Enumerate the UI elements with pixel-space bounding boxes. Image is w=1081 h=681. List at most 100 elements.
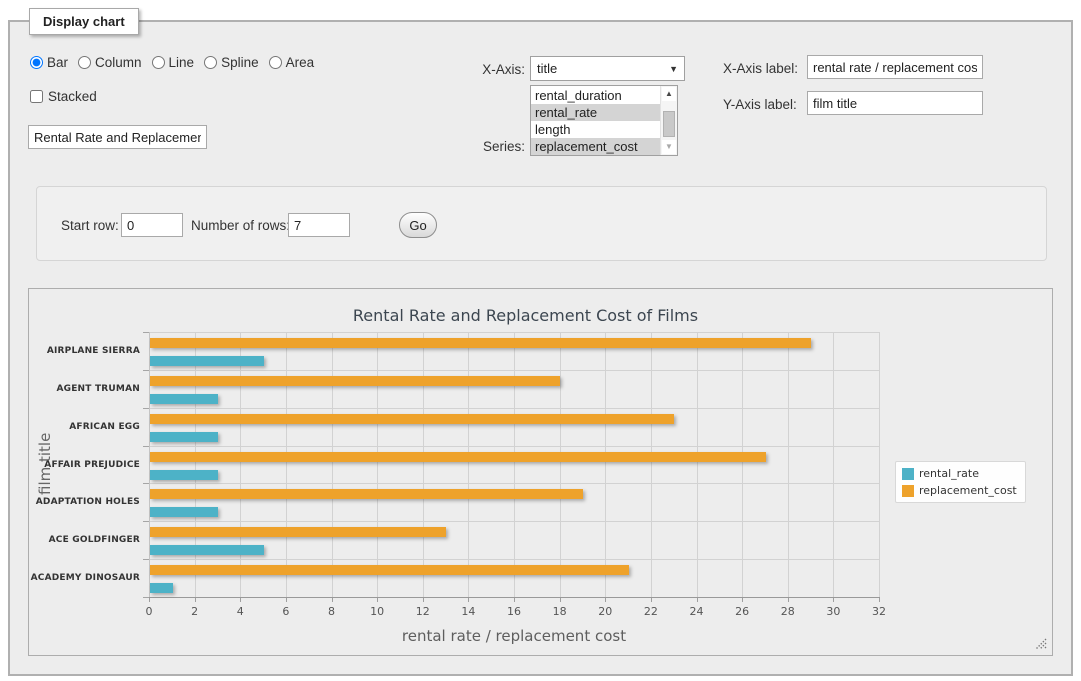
chart-type-option-spline[interactable]: Spline — [204, 55, 259, 70]
bar-replacement_cost[interactable] — [150, 376, 560, 386]
x-axis-label-input[interactable] — [807, 55, 983, 79]
x-tick-label: 2 — [191, 605, 198, 618]
chart-type-radio-area[interactable] — [269, 56, 282, 69]
gridline-vertical — [195, 332, 196, 597]
legend-swatch — [902, 485, 914, 497]
x-axis-tick — [560, 598, 561, 602]
chart-type-option-line[interactable]: Line — [152, 55, 195, 70]
bar-rental_rate[interactable] — [150, 432, 218, 442]
gridline-vertical — [742, 332, 743, 597]
bar-replacement_cost[interactable] — [150, 489, 583, 499]
series-option-length[interactable]: length — [531, 121, 660, 138]
series-listbox[interactable]: rental_durationrental_ratelengthreplacem… — [530, 85, 678, 156]
legend-item-replacement_cost[interactable]: replacement_cost — [902, 484, 1017, 497]
bar-rental_rate[interactable] — [150, 394, 218, 404]
chart-type-radio-spline[interactable] — [204, 56, 217, 69]
x-axis-tick — [742, 598, 743, 602]
x-tick-label: 10 — [370, 605, 384, 618]
chart-type-option-column[interactable]: Column — [78, 55, 142, 70]
chart-type-option-area[interactable]: Area — [269, 55, 315, 70]
chart-type-radio-line[interactable] — [152, 56, 165, 69]
scrollbar-thumb[interactable] — [663, 111, 675, 137]
x-axis-select-label: X-Axis: — [430, 62, 525, 77]
go-button[interactable]: Go — [399, 212, 437, 238]
x-tick-label: 26 — [735, 605, 749, 618]
bar-replacement_cost[interactable] — [150, 338, 811, 348]
y-axis-line — [149, 332, 150, 597]
scroll-up-icon[interactable]: ▲ — [662, 87, 676, 101]
num-rows-input[interactable] — [288, 213, 350, 237]
resize-grip-icon[interactable] — [1035, 638, 1047, 650]
x-tick-label: 24 — [690, 605, 704, 618]
bar-rental_rate[interactable] — [150, 583, 173, 593]
x-axis-label-label: X-Axis label: — [723, 61, 798, 76]
gridline-horizontal — [149, 370, 879, 371]
x-tick-label: 6 — [282, 605, 289, 618]
chart-type-radio-label: Line — [169, 55, 195, 70]
y-axis-label-input[interactable] — [807, 91, 983, 115]
y-axis-tick — [143, 483, 149, 484]
bar-replacement_cost[interactable] — [150, 414, 674, 424]
bar-replacement_cost[interactable] — [150, 452, 766, 462]
x-tick-label: 30 — [826, 605, 840, 618]
x-axis-select[interactable]: title ▼ — [530, 56, 685, 81]
gridline-vertical — [423, 332, 424, 597]
x-axis-tick — [377, 598, 378, 602]
y-axis-tick — [143, 408, 149, 409]
y-axis-tick — [143, 332, 149, 333]
num-rows-label: Number of rows: — [191, 218, 290, 233]
chart-type-radio-bar[interactable] — [30, 56, 43, 69]
bar-replacement_cost[interactable] — [150, 565, 629, 575]
category-label: AFRICAN EGG — [29, 421, 140, 433]
chart-type-radio-label: Spline — [221, 55, 259, 70]
x-axis-tick — [879, 598, 880, 602]
category-label: ACE GOLDFINGER — [29, 534, 140, 546]
bar-rental_rate[interactable] — [150, 470, 218, 480]
x-axis-tick — [651, 598, 652, 602]
bar-rental_rate[interactable] — [150, 356, 264, 366]
x-axis-tick — [286, 598, 287, 602]
category-label: ACADEMY DINOSAUR — [29, 572, 140, 584]
x-axis-tick — [788, 598, 789, 602]
gridline-horizontal — [149, 446, 879, 447]
gridline-horizontal — [149, 559, 879, 560]
gridline-vertical — [286, 332, 287, 597]
y-axis-tick — [143, 446, 149, 447]
y-axis-tick — [143, 559, 149, 560]
stacked-checkbox[interactable] — [30, 90, 43, 103]
gridline-horizontal — [149, 332, 879, 333]
legend-item-rental_rate[interactable]: rental_rate — [902, 467, 1017, 480]
gridline-horizontal — [149, 483, 879, 484]
x-axis-tick — [833, 598, 834, 602]
x-axis-selected-value: title — [537, 61, 669, 76]
y-axis-tick — [143, 597, 149, 598]
stacked-row: Stacked — [30, 89, 97, 104]
x-axis-tick — [468, 598, 469, 602]
series-option-rental_rate[interactable]: rental_rate — [531, 104, 660, 121]
chart-type-radio-label: Bar — [47, 55, 68, 70]
chart-title-input[interactable] — [28, 125, 207, 149]
category-label: AGENT TRUMAN — [29, 383, 140, 395]
start-row-input[interactable] — [121, 213, 183, 237]
gridline-vertical — [651, 332, 652, 597]
bar-rental_rate[interactable] — [150, 545, 264, 555]
gridline-vertical — [697, 332, 698, 597]
x-axis-tick — [697, 598, 698, 602]
x-axis-tick — [605, 598, 606, 602]
bar-replacement_cost[interactable] — [150, 527, 446, 537]
series-option-rental_duration[interactable]: rental_duration — [531, 87, 660, 104]
x-axis-title: rental rate / replacement cost — [402, 627, 626, 645]
x-tick-label: 20 — [598, 605, 612, 618]
scroll-down-icon[interactable]: ▼ — [662, 140, 676, 154]
bar-rental_rate[interactable] — [150, 507, 218, 517]
series-option-replacement_cost[interactable]: replacement_cost — [531, 138, 660, 155]
x-axis-tick — [423, 598, 424, 602]
chart-type-option-bar[interactable]: Bar — [30, 55, 68, 70]
listbox-scrollbar[interactable]: ▲ ▼ — [660, 86, 677, 155]
x-tick-label: 8 — [328, 605, 335, 618]
x-axis-tick — [149, 598, 150, 602]
stacked-label: Stacked — [48, 89, 97, 104]
legend-label: replacement_cost — [919, 484, 1017, 497]
series-select-label: Series: — [430, 139, 525, 154]
chart-type-radio-column[interactable] — [78, 56, 91, 69]
